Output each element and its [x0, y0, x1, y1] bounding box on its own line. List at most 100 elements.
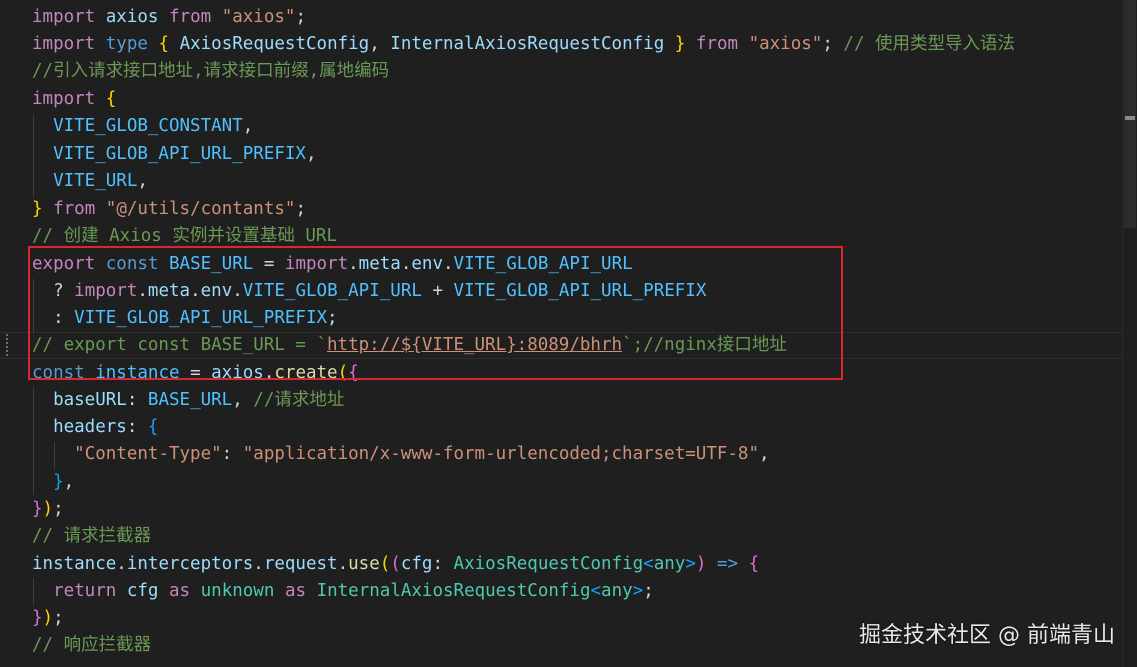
code-line[interactable]: headers: { [32, 414, 158, 441]
code-token: ; [295, 7, 307, 27]
code-token: cfg [126, 581, 159, 601]
code-token: meta [358, 254, 401, 274]
code-token: . [116, 554, 127, 574]
code-token: from [695, 34, 739, 54]
code-token: } [32, 499, 43, 519]
code-token: , [63, 472, 75, 492]
code-token: ? [32, 281, 75, 301]
code-token: use [348, 554, 380, 574]
code-line[interactable]: }, [32, 469, 74, 496]
code-token: BASE_URL [169, 254, 254, 274]
code-comment: //请求地址 [253, 390, 345, 410]
code-token: ; [327, 308, 338, 328]
code-token: : [32, 308, 75, 328]
code-token: : [432, 554, 454, 574]
code-line[interactable]: //引入请求接口地址,请求接口前缀,属地编码 [32, 58, 389, 85]
code-token: const [32, 363, 85, 383]
code-token: axios [211, 363, 264, 383]
code-token: { [147, 417, 159, 437]
code-line[interactable]: VITE_URL, [32, 168, 148, 195]
code-comment: `;//nginx接口地址 [622, 335, 787, 355]
code-token: env [200, 281, 233, 301]
code-token: type [105, 34, 148, 54]
code-token: import [32, 89, 96, 109]
code-line[interactable]: VITE_GLOB_CONSTANT, [32, 113, 253, 140]
code-token: import [74, 281, 138, 301]
code-line[interactable]: // 响应拦截器 [32, 632, 151, 659]
code-token: => [706, 554, 749, 574]
code-line[interactable]: }); [32, 605, 64, 632]
code-comment: //引入请求接口地址,请求接口前缀,属地编码 [32, 61, 390, 81]
code-token: { [748, 554, 760, 574]
code-line[interactable]: return cfg as unknown as InternalAxiosRe… [32, 578, 654, 605]
code-line[interactable]: import { [32, 86, 116, 113]
code-line[interactable]: }); [32, 496, 64, 523]
code-token: ) [42, 499, 54, 519]
code-token: VITE_GLOB_API_URL_PREFIX [453, 281, 707, 301]
code-token: } [32, 199, 43, 219]
scrollbar-position-marker [1125, 116, 1135, 120]
code-token: meta [147, 281, 191, 301]
code-comment: // export const BASE_URL = ` [32, 335, 328, 355]
code-token: from [169, 7, 212, 27]
code-token: . [263, 363, 275, 383]
code-token: create [274, 363, 338, 383]
code-token: VITE_GLOB_API_URL [453, 254, 633, 274]
vertical-scrollbar[interactable] [1122, 0, 1137, 667]
code-token: > [632, 581, 644, 601]
code-token: import [32, 7, 96, 27]
code-line[interactable]: // 创建 Axios 实例并设置基础 URL [32, 223, 337, 250]
code-line[interactable]: } from "@/utils/contants"; [32, 196, 306, 223]
code-token: return [53, 581, 117, 601]
code-token: ; [295, 199, 306, 219]
code-comment: // 使用类型导入语法 [843, 34, 1016, 54]
code-token: . [442, 254, 454, 274]
scrollbar-thumb[interactable] [1124, 0, 1136, 228]
code-token: "axios" [748, 34, 823, 54]
code-editor[interactable]: import axios from "axios"; import type {… [0, 0, 1137, 667]
code-token: "@/utils/contants" [105, 199, 296, 219]
code-token: . [400, 254, 412, 274]
code-token: instance [32, 554, 117, 574]
code-line[interactable]: instance.interceptors.request.use((cfg: … [32, 551, 759, 578]
code-token: } [53, 472, 64, 492]
code-token: > [685, 554, 696, 574]
code-line[interactable]: : VITE_GLOB_API_URL_PREFIX; [32, 305, 338, 332]
code-line[interactable]: // 请求拦截器 [32, 523, 151, 550]
code-token: < [643, 554, 654, 574]
code-line[interactable]: const instance = axios.create({ [32, 360, 359, 387]
code-token: . [337, 554, 349, 574]
code-line[interactable]: ? import.meta.env.VITE_GLOB_API_URL + VI… [32, 278, 706, 305]
watermark-text: 掘金技术社区 @ 前端青山 [859, 623, 1115, 648]
code-token: "application/x-www-form-urlencoded;chars… [242, 444, 760, 464]
code-line[interactable]: import axios from "axios"; [32, 4, 306, 31]
code-line[interactable]: export const BASE_URL = import.meta.env.… [32, 251, 633, 278]
code-token: VITE_URL [53, 171, 138, 191]
code-token: as [169, 581, 191, 601]
code-token: any [601, 581, 633, 601]
code-token: { [105, 89, 117, 109]
code-comment-url[interactable]: http://${VITE_URL}:8089/bhrh [327, 335, 622, 355]
code-token: . [348, 254, 359, 274]
code-line[interactable]: // export const BASE_URL = `http://${VIT… [32, 332, 787, 359]
code-token: VITE_GLOB_API_URL [242, 281, 422, 301]
code-line[interactable]: import type { AxiosRequestConfig, Intern… [32, 31, 1015, 58]
code-token: = [253, 254, 285, 274]
code-line[interactable]: VITE_GLOB_API_URL_PREFIX, [32, 141, 316, 168]
code-comment: // 请求拦截器 [32, 526, 152, 546]
code-token: VITE_GLOB_CONSTANT [53, 116, 243, 136]
code-line[interactable]: "Content-Type": "application/x-www-form-… [32, 441, 769, 468]
code-token: } [32, 608, 43, 628]
code-token: , [369, 34, 391, 54]
code-token: : [126, 417, 148, 437]
code-token: ; [643, 581, 654, 601]
code-line[interactable]: baseURL: BASE_URL, //请求地址 [32, 387, 344, 414]
code-token: import [284, 254, 349, 274]
code-token: ; [53, 608, 64, 628]
